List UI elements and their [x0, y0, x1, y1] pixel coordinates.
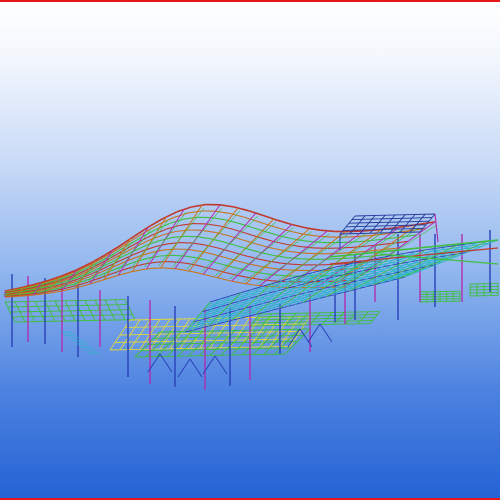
roof-beam	[277, 219, 292, 226]
brace	[214, 355, 228, 375]
brace	[177, 358, 191, 378]
floor-beam	[419, 300, 461, 303]
roof-rafter-right	[396, 240, 488, 280]
roof-beam	[231, 280, 244, 284]
screenshot-frame	[0, 0, 500, 500]
roof-beam	[142, 246, 156, 252]
roof-beam	[174, 268, 187, 271]
roof-beam	[106, 274, 119, 280]
steel-structure-model	[2, 203, 499, 390]
floor-beam	[252, 320, 373, 324]
roof-beam	[291, 223, 307, 229]
roof-beam	[338, 257, 352, 260]
roof-beam	[262, 214, 278, 221]
roof-beam	[348, 240, 363, 243]
roof-beam	[265, 231, 280, 237]
roof-beam	[201, 229, 216, 233]
roof-beam	[4, 295, 17, 298]
roof-beam	[176, 248, 189, 251]
floor-level-framing	[4, 282, 499, 358]
roof-rafter-right	[404, 239, 499, 278]
brace	[189, 358, 203, 378]
roof-beam	[254, 242, 268, 248]
roof-beam	[191, 203, 206, 208]
floor-beam	[419, 293, 461, 295]
roof-beam	[163, 248, 177, 251]
floor-beam	[419, 290, 461, 293]
floor-beam	[469, 291, 499, 294]
roof-beam	[248, 248, 262, 254]
floor-beam	[257, 314, 378, 318]
roof-beam	[361, 239, 376, 242]
floor-beam	[469, 282, 499, 285]
roof-beam	[145, 240, 160, 246]
roof-beam	[389, 236, 404, 240]
roof-beam	[187, 210, 202, 214]
roof-beam	[242, 254, 256, 259]
roof-beam	[271, 225, 286, 231]
roof-beam	[285, 229, 300, 234]
grid-member	[379, 214, 396, 234]
roof-beam	[179, 261, 192, 265]
roof-beam	[167, 261, 180, 263]
roof-beam	[171, 235, 185, 239]
roof-beam	[180, 242, 193, 244]
roof-beam	[197, 236, 211, 240]
floor-beam	[469, 285, 499, 288]
roof-purlin	[229, 227, 294, 280]
roof-beam	[163, 267, 175, 270]
brace	[319, 323, 333, 343]
roof-beam	[255, 257, 269, 262]
roof-beam	[186, 269, 198, 274]
roof-beam	[248, 210, 264, 217]
roof-beam	[237, 260, 250, 265]
floor-beam	[419, 298, 461, 300]
roof-beam	[242, 282, 255, 286]
roof-beam	[160, 254, 173, 257]
roof-purlin	[271, 234, 348, 286]
roof-beam	[102, 265, 116, 272]
roof-beam	[267, 246, 281, 251]
grid-member	[389, 214, 406, 234]
roof-beam	[340, 246, 355, 249]
roof-beam	[188, 248, 201, 252]
roof-beam	[237, 274, 250, 279]
roof-beam	[192, 242, 206, 246]
roof-beam	[183, 216, 198, 220]
model-viewport[interactable]	[0, 2, 500, 498]
roof-beam	[129, 269, 142, 273]
floor-beam	[254, 317, 376, 321]
roof-beam	[219, 204, 235, 208]
roof-beam	[261, 252, 275, 257]
roof-beam	[183, 255, 196, 259]
roof-beam	[369, 233, 384, 237]
roof-beam	[249, 263, 262, 268]
floor-beam	[469, 294, 499, 297]
roof-beam	[167, 242, 181, 245]
floor-beam	[259, 311, 381, 315]
roof-beam	[243, 269, 256, 273]
roof-beam	[260, 237, 274, 243]
floor-beam	[469, 288, 499, 291]
floor-beam	[419, 295, 461, 298]
